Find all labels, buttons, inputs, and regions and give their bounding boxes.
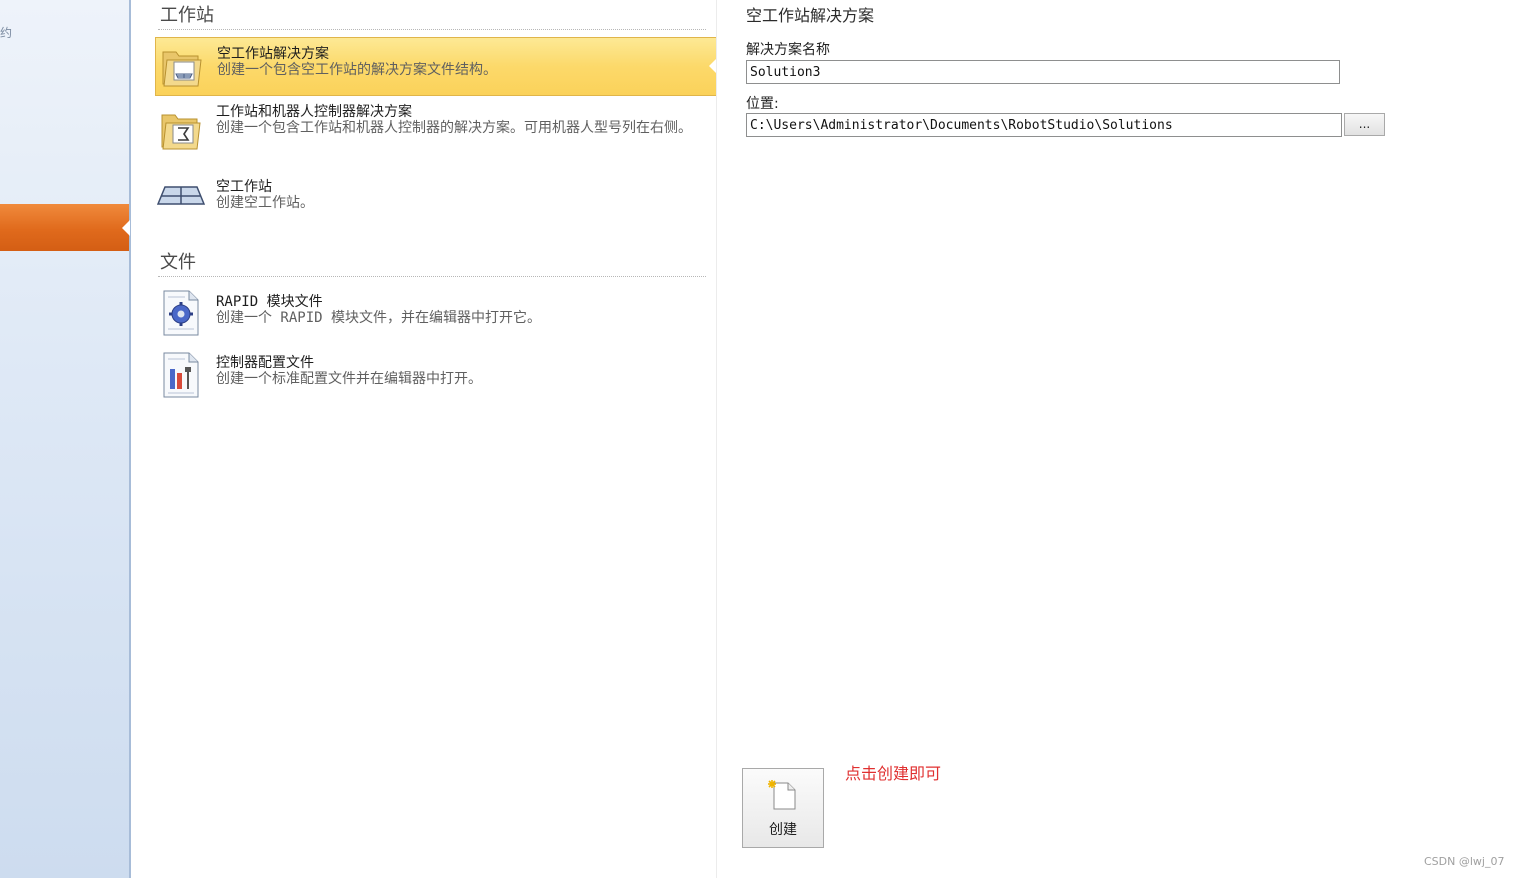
- panel-title: 空工作站解决方案: [746, 6, 875, 25]
- list-item-station-robot-solution[interactable]: 工作站和机器人控制器解决方案 创建一个包含工作站和机器人控制器的解决方案。可用机…: [155, 97, 717, 163]
- controller-config-file-icon: [161, 351, 201, 403]
- column-divider: [716, 0, 717, 878]
- item-title: 工作站和机器人控制器解决方案: [216, 104, 412, 120]
- new-document-icon: [768, 779, 798, 815]
- section-title-workstation: 工作站: [160, 5, 214, 26]
- section-divider: [158, 29, 706, 30]
- section-divider: [158, 276, 706, 277]
- annotation-hint: 点击创建即可: [845, 764, 942, 783]
- list-item-controller-config[interactable]: 控制器配置文件 创建一个标准配置文件并在编辑器中打开。: [155, 349, 717, 401]
- solution-name-input[interactable]: [746, 60, 1340, 84]
- create-button-label: 创建: [769, 822, 797, 838]
- browse-button[interactable]: ...: [1344, 113, 1385, 136]
- item-title: 空工作站: [216, 179, 272, 195]
- section-title-files: 文件: [160, 252, 196, 273]
- list-item-empty-station[interactable]: 空工作站 创建空工作站。: [155, 172, 717, 222]
- robot-solution-folder-icon: [159, 107, 203, 157]
- item-description: 创建空工作站。: [216, 195, 314, 211]
- sidebar-item-new[interactable]: [0, 204, 129, 251]
- new-solution-backstage: 约 工作站 空工作站解决方案 创建一个包含空工作站的解决方案文件结构。 工作站和…: [0, 0, 1517, 878]
- item-title: 空工作站解决方案: [217, 46, 329, 62]
- backstage-sidebar: 约: [0, 0, 131, 878]
- item-title: 控制器配置文件: [216, 355, 314, 371]
- watermark: CSDN @lwj_07: [1424, 855, 1505, 868]
- solution-name-label: 解决方案名称: [746, 42, 830, 58]
- location-input[interactable]: [746, 113, 1342, 137]
- item-description: 创建一个包含空工作站的解决方案文件结构。: [217, 62, 497, 78]
- sidebar-active-pointer: [122, 220, 130, 236]
- solution-folder-icon: [160, 44, 204, 94]
- station-floor-icon: [156, 184, 206, 212]
- sidebar-clipped-text: 约: [0, 26, 13, 40]
- create-button[interactable]: 创建: [742, 768, 824, 848]
- list-item-empty-station-solution[interactable]: 空工作站解决方案 创建一个包含空工作站的解决方案文件结构。: [155, 37, 717, 96]
- list-item-rapid-module[interactable]: RAPID 模块文件 创建一个 RAPID 模块文件，并在编辑器中打开它。: [155, 287, 717, 339]
- item-title: RAPID 模块文件: [216, 294, 323, 310]
- rapid-module-file-icon: [161, 289, 201, 341]
- item-description: 创建一个包含工作站和机器人控制器的解决方案。可用机器人型号列在右侧。: [216, 120, 692, 136]
- item-description: 创建一个 RAPID 模块文件，并在编辑器中打开它。: [216, 310, 541, 326]
- location-label: 位置:: [746, 96, 779, 112]
- item-description: 创建一个标准配置文件并在编辑器中打开。: [216, 371, 482, 387]
